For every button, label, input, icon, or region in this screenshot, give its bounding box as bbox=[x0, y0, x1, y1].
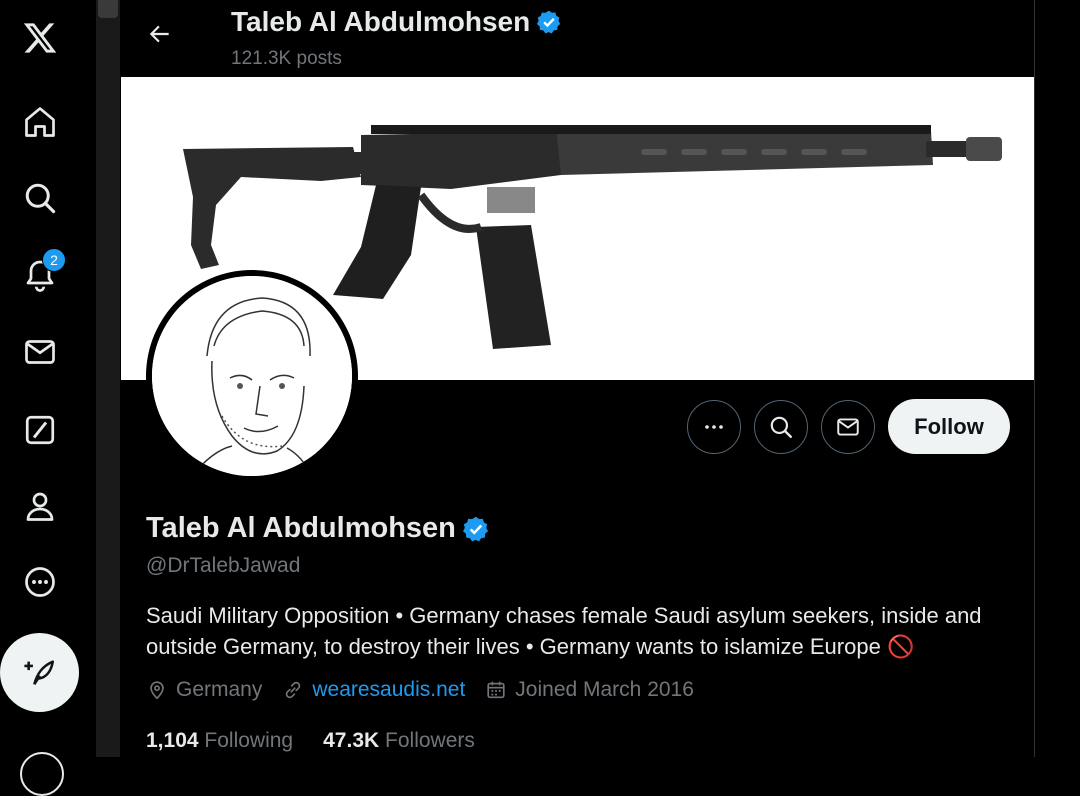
left-nav: 2 bbox=[0, 0, 96, 796]
link-icon bbox=[286, 681, 301, 699]
profile-bio: Saudi Military Opposition • Germany chas… bbox=[146, 600, 1026, 662]
header-post-count: 121.3K posts bbox=[231, 48, 342, 69]
prohibited-emoji: 🚫 bbox=[886, 634, 915, 659]
more-horizontal-icon bbox=[705, 425, 723, 429]
header-name: Taleb Al Abdulmohsen bbox=[231, 6, 531, 37]
profile-avatar[interactable] bbox=[146, 270, 358, 482]
search-icon[interactable] bbox=[10, 168, 70, 228]
home-icon[interactable] bbox=[10, 92, 70, 152]
location-text: Germany bbox=[176, 678, 263, 701]
calendar-icon bbox=[487, 681, 505, 699]
compose-icon bbox=[23, 659, 54, 685]
more-options-button[interactable] bbox=[687, 400, 741, 454]
header-title: Taleb Al Abdulmohsen bbox=[231, 6, 562, 38]
followers-count: 47.3K bbox=[323, 729, 380, 752]
profile-meta: Germany wearesaudis.net Joined March 201… bbox=[146, 678, 714, 702]
location-pin-icon bbox=[150, 681, 164, 700]
x-logo-icon[interactable] bbox=[10, 8, 70, 68]
search-icon bbox=[770, 416, 792, 438]
back-arrow-icon bbox=[149, 25, 169, 43]
bio-text: Saudi Military Opposition • Germany chas… bbox=[146, 603, 982, 659]
grok-icon[interactable] bbox=[10, 400, 70, 460]
messages-icon[interactable] bbox=[10, 322, 70, 382]
profile-handle: @DrTalebJawad bbox=[146, 554, 301, 577]
following-label: Following bbox=[204, 729, 294, 752]
compose-button[interactable] bbox=[0, 633, 79, 712]
verified-badge-icon[interactable] bbox=[462, 515, 490, 543]
column-divider bbox=[1034, 0, 1035, 757]
joined-date: Joined March 2016 bbox=[515, 678, 694, 701]
following-count: 1,104 bbox=[146, 729, 199, 752]
account-avatar[interactable] bbox=[20, 752, 64, 796]
followers-label: Followers bbox=[385, 729, 475, 752]
more-icon[interactable] bbox=[10, 552, 70, 612]
message-button[interactable] bbox=[821, 400, 875, 454]
website-link[interactable]: wearesaudis.net bbox=[312, 678, 465, 702]
envelope-icon bbox=[837, 418, 859, 436]
scrollbar-thumb[interactable] bbox=[98, 0, 118, 18]
notification-badge: 2 bbox=[42, 248, 66, 272]
profile-icon[interactable] bbox=[10, 476, 70, 536]
follow-button[interactable]: Follow bbox=[888, 399, 1010, 454]
profile-display-name: Taleb Al Abdulmohsen bbox=[146, 512, 456, 544]
scrollbar-track[interactable] bbox=[96, 0, 120, 757]
profile-stats: 1,104 Following 47.3K Followers bbox=[146, 729, 505, 753]
following-link[interactable]: 1,104 Following bbox=[146, 729, 293, 753]
back-button[interactable] bbox=[140, 14, 180, 54]
avatar-sketch-image bbox=[152, 276, 352, 476]
verified-badge-icon bbox=[537, 10, 561, 34]
followers-link[interactable]: 47.3K Followers bbox=[323, 729, 475, 753]
search-profile-button[interactable] bbox=[754, 400, 808, 454]
profile-name: Taleb Al Abdulmohsen bbox=[146, 512, 490, 545]
